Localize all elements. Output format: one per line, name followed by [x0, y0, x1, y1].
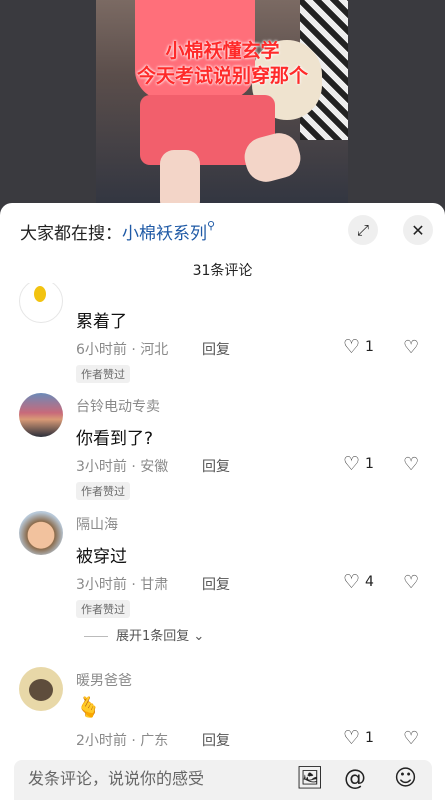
heart-icon: ♡	[343, 571, 361, 593]
like-count: 1	[365, 456, 374, 472]
like-button[interactable]: ♡ 1	[343, 727, 374, 749]
expand-icon[interactable]: ⤢	[348, 215, 378, 245]
avatar[interactable]	[19, 667, 63, 711]
author-liked-badge: 作者赞过	[76, 600, 130, 618]
search-suggestion[interactable]: 大家都在搜：小棉袄系列⚲	[20, 219, 215, 244]
comment-count: 31条评论	[192, 263, 253, 279]
comment-meta: 6小时前 · 河北	[76, 342, 169, 358]
avatar[interactable]	[19, 393, 63, 437]
video-caption-line1: 小棉袄懂玄学	[165, 40, 280, 62]
close-icon[interactable]: ✕	[403, 215, 433, 245]
video-preview[interactable]: 小棉袄懂玄学 今天考试说别穿那个	[0, 0, 445, 215]
commenter-name[interactable]: 隔山海	[76, 514, 118, 534]
avatar[interactable]	[19, 283, 63, 323]
heart-icon: ♡	[343, 453, 361, 475]
comment-list[interactable]: 累着了 6小时前 · 河北 回复 ♡ 1 ♡ 作者赞过 台铃电动专卖 你看到了? …	[0, 283, 445, 753]
heart-icon: ♡	[343, 727, 361, 749]
video-caption-line2: 今天考试说别穿那个	[136, 65, 308, 87]
comment-sheet: 大家都在搜：小棉袄系列⚲ ⤢ ✕ 31条评论 累着了 6小时前 · 河北 回复 …	[0, 203, 445, 800]
like-button[interactable]: ♡ 4	[343, 571, 374, 593]
commenter-name[interactable]: 台铃电动专卖	[76, 396, 160, 416]
search-prefix: 大家都在搜：	[20, 224, 122, 244]
like-button[interactable]: ♡ 1	[343, 336, 374, 358]
broken-heart-icon[interactable]: ♡	[403, 337, 419, 358]
reply-button[interactable]: 回复	[202, 574, 230, 594]
heart-icon: ♡	[343, 336, 361, 358]
expand-replies-label: 展开1条回复	[116, 629, 190, 644]
like-button[interactable]: ♡ 1	[343, 453, 374, 475]
comment-meta: 3小时前 · 甘肃	[76, 577, 169, 593]
chevron-down-icon: ⌄	[193, 629, 205, 644]
author-liked-badge: 作者赞过	[76, 365, 130, 383]
reply-button[interactable]: 回复	[202, 730, 230, 750]
comment-text: 累着了	[76, 312, 127, 332]
broken-heart-icon[interactable]: ♡	[403, 728, 419, 749]
commenter-name[interactable]: 暖男爸爸	[76, 670, 132, 690]
emoji-icon[interactable]: ☺	[394, 766, 417, 791]
avatar[interactable]	[19, 511, 63, 555]
broken-heart-icon[interactable]: ♡	[403, 572, 419, 593]
comment-input-bar: 🖼 @ ☺	[14, 760, 432, 800]
expand-replies-button[interactable]: 展开1条回复 ⌄	[84, 625, 204, 644]
reply-button[interactable]: 回复	[202, 456, 230, 476]
comment-meta: 2小时前 · 广东	[76, 733, 169, 749]
like-count: 1	[365, 730, 374, 746]
search-icon: ⚲	[207, 219, 216, 232]
comment-meta: 3小时前 · 安徽	[76, 459, 169, 475]
comment-text: 被穿过	[76, 547, 127, 567]
search-keyword[interactable]: 小棉袄系列	[122, 224, 207, 244]
reply-button[interactable]: 回复	[202, 339, 230, 359]
broken-heart-icon[interactable]: ♡	[403, 454, 419, 475]
like-count: 4	[365, 574, 374, 590]
emoji-sticker-icon: 🫰	[76, 695, 101, 719]
image-icon[interactable]: 🖼	[296, 766, 324, 791]
comment-input[interactable]	[28, 769, 268, 788]
divider	[84, 636, 108, 637]
at-icon[interactable]: @	[344, 766, 366, 791]
like-count: 1	[365, 339, 374, 355]
comment-text: 你看到了?	[76, 429, 154, 449]
author-liked-badge: 作者赞过	[76, 482, 130, 500]
